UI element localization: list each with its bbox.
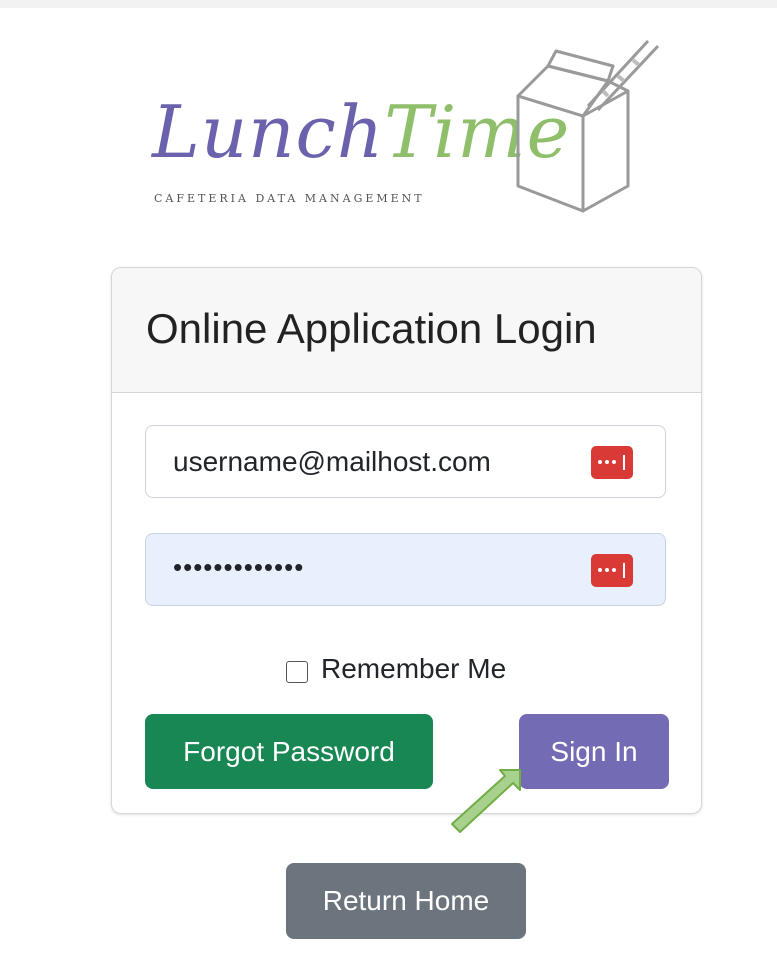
logo-tagline: CAFETERIA DATA MANAGEMENT — [154, 192, 425, 205]
lunchtime-logo: LunchTime CAFETERIA DATA MANAGEMENT — [150, 36, 680, 216]
password-field[interactable]: ••••••••••••• — [145, 533, 666, 606]
username-value: username@mailhost.com — [173, 446, 491, 477]
remember-me-checkbox[interactable] — [286, 661, 308, 683]
annotation-arrow-icon — [451, 769, 521, 833]
logo-word-lunch: Lunch — [152, 90, 385, 174]
page: LunchTime CAFETERIA DATA MANAGEMENT Onli… — [0, 8, 777, 971]
password-value: ••••••••••••• — [173, 552, 305, 582]
login-card-header: Online Application Login — [112, 268, 701, 393]
return-home-button[interactable]: Return Home — [286, 863, 526, 939]
sign-in-button[interactable]: Sign In — [519, 714, 669, 789]
password-manager-icon[interactable] — [591, 554, 633, 587]
password-manager-icon[interactable] — [591, 446, 633, 479]
login-card: Online Application Login username@mailho… — [111, 267, 702, 814]
forgot-password-button[interactable]: Forgot Password — [145, 714, 433, 789]
milk-carton-icon — [516, 39, 660, 213]
remember-me-label[interactable]: Remember Me — [321, 651, 506, 687]
login-title: Online Application Login — [146, 305, 597, 352]
username-field[interactable]: username@mailhost.com — [145, 425, 666, 498]
